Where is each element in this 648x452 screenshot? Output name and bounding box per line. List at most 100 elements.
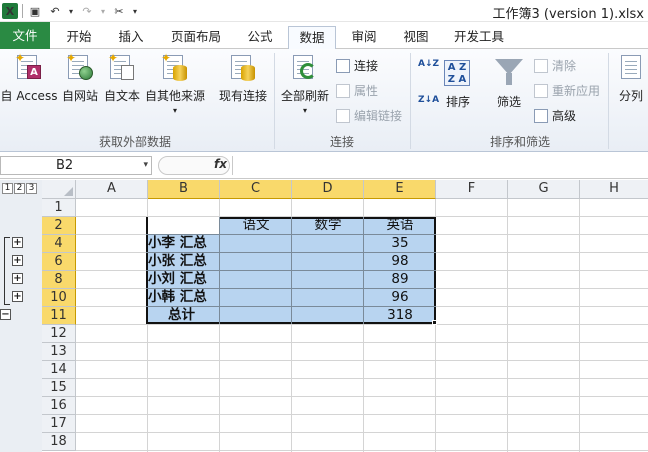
sort-ascending-icon[interactable]: A↓Z (418, 59, 439, 89)
insert-function-icon[interactable]: fx (214, 157, 227, 171)
cell-d2[interactable]: 数学 (292, 217, 364, 235)
edit-links-button[interactable]: 编辑链接 (336, 107, 402, 124)
outline-bracket (4, 237, 10, 305)
row-header-18[interactable]: 18 (42, 433, 76, 451)
expand-button[interactable]: + (12, 255, 23, 266)
collapse-button[interactable]: − (0, 309, 11, 320)
cell-e8[interactable]: 89 (364, 271, 436, 289)
qat-separator (22, 4, 23, 18)
sort-button[interactable]: 排序 (440, 93, 476, 110)
outline-level-3-button[interactable]: 3 (26, 183, 37, 194)
active-cell-b2[interactable] (148, 217, 220, 235)
row-header-2[interactable]: 2 (42, 217, 76, 235)
sort-label: 排序 (445, 95, 470, 109)
from-web-button[interactable]: ✦ 自网站 (60, 51, 100, 104)
advanced-filter-icon (534, 108, 548, 123)
row-header-4[interactable]: 4 (42, 235, 76, 253)
save-icon[interactable]: ▣ (27, 3, 43, 19)
row-header-17[interactable]: 17 (42, 415, 76, 433)
chevron-down-icon[interactable]: ▾ (67, 3, 75, 19)
row-header-8[interactable]: 8 (42, 271, 76, 289)
title-bar: X ▣ ↶ ▾ ↷ ▾ ✂ ▾ 工作簿3 (version 1).xlsx (0, 0, 648, 22)
refresh-all-button[interactable]: 全部刷新 ▾ (278, 53, 332, 115)
tab-data[interactable]: 数据 (288, 26, 336, 50)
properties-icon (336, 83, 350, 98)
reapply-icon (534, 83, 548, 98)
cell-b4[interactable]: 小李 汇总 (148, 235, 238, 253)
group-label-sort-filter: 排序和筛选 (489, 135, 550, 149)
advanced-filter-button[interactable]: 高级 (534, 107, 576, 124)
tab-home[interactable]: 开始 (56, 26, 102, 48)
column-header-a[interactable]: A (76, 180, 148, 199)
connections-button[interactable]: 连接 (336, 57, 378, 74)
expand-button[interactable]: + (12, 291, 23, 302)
properties-button[interactable]: 属性 (336, 82, 378, 99)
tab-insert[interactable]: 插入 (108, 26, 154, 48)
chevron-down-icon[interactable]: ▾ (99, 3, 107, 19)
customize-qat-icon[interactable]: ▾ (131, 3, 139, 19)
existing-connections-button[interactable]: 现有连接 (216, 53, 270, 104)
cell-e4[interactable]: 35 (364, 235, 436, 253)
formula-input[interactable] (232, 156, 648, 175)
expand-button[interactable]: + (12, 237, 23, 248)
reapply-button[interactable]: 重新应用 (534, 82, 600, 99)
row-header-13[interactable]: 13 (42, 343, 76, 361)
name-box[interactable]: B2 ▾ (0, 156, 152, 175)
filter-label: 筛选 (496, 95, 521, 109)
column-header-d[interactable]: D (292, 180, 364, 199)
select-all-corner[interactable] (42, 180, 76, 199)
cell-b11[interactable]: 总计 (168, 307, 228, 325)
tab-file[interactable]: 文件 (0, 22, 50, 49)
from-other-sources-button[interactable]: ✦ 自其他来源 ▾ (144, 51, 206, 115)
tab-formulas[interactable]: 公式 (238, 26, 282, 48)
row-header-14[interactable]: 14 (42, 361, 76, 379)
outline-level-2-button[interactable]: 2 (14, 183, 25, 194)
from-other-label: 自其他来源 (144, 89, 205, 103)
undo-icon[interactable]: ↶ (47, 3, 63, 19)
sort-descending-icon[interactable]: Z↓A (418, 95, 439, 125)
row-header-15[interactable]: 15 (42, 379, 76, 397)
tools-icon[interactable]: ✂ (111, 3, 127, 19)
column-header-h[interactable]: H (580, 180, 648, 199)
row-header-10[interactable]: 10 (42, 289, 76, 307)
text-to-columns-icon (617, 53, 645, 83)
cell-b6[interactable]: 小张 汇总 (148, 253, 238, 271)
clear-filter-icon (534, 58, 548, 73)
cell-c2[interactable]: 语文 (220, 217, 292, 235)
tab-review[interactable]: 审阅 (342, 26, 386, 48)
filter-button[interactable]: 筛选 (490, 93, 528, 110)
row-header-16[interactable]: 16 (42, 397, 76, 415)
tab-view[interactable]: 视图 (394, 26, 438, 48)
cell-e6[interactable]: 98 (364, 253, 436, 271)
from-access-button[interactable]: ✦ A 自 Access (0, 51, 58, 104)
expand-button[interactable]: + (12, 273, 23, 284)
row-header-12[interactable]: 12 (42, 325, 76, 343)
cell-b10[interactable]: 小韩 汇总 (148, 289, 238, 307)
column-header-g[interactable]: G (508, 180, 580, 199)
column-header-f[interactable]: F (436, 180, 508, 199)
redo-icon[interactable]: ↷ (79, 3, 95, 19)
from-text-button[interactable]: ✦ 自文本 (102, 51, 142, 104)
chevron-down-icon[interactable]: ▾ (143, 157, 148, 174)
cell-b8[interactable]: 小刘 汇总 (148, 271, 238, 289)
column-header-e[interactable]: E (364, 180, 436, 199)
tab-page-layout[interactable]: 页面布局 (162, 26, 230, 48)
cell-e10[interactable]: 96 (364, 289, 436, 307)
column-header-c[interactable]: C (220, 180, 292, 199)
row-header-6[interactable]: 6 (42, 253, 76, 271)
tab-developer[interactable]: 开发工具 (446, 26, 512, 48)
formula-bar: B2 ▾ fx (0, 152, 648, 179)
text-to-columns-button[interactable]: 分列 (614, 53, 648, 104)
column-header-b[interactable]: B (148, 180, 220, 199)
existing-connections-label: 现有连接 (218, 89, 267, 103)
outline-level-1-button[interactable]: 1 (2, 183, 13, 194)
fill-handle[interactable] (432, 320, 437, 325)
row-header-11[interactable]: 11 (42, 307, 76, 325)
row-header-1[interactable]: 1 (42, 199, 76, 217)
cell-e2[interactable]: 英语 (364, 217, 436, 235)
group-separator (608, 53, 609, 149)
sort-dialog-icon: A Z Z A (444, 60, 470, 86)
cell-e11[interactable]: 318 (364, 307, 436, 325)
clear-button[interactable]: 清除 (534, 57, 576, 74)
excel-logo-icon[interactable]: X (2, 3, 18, 19)
